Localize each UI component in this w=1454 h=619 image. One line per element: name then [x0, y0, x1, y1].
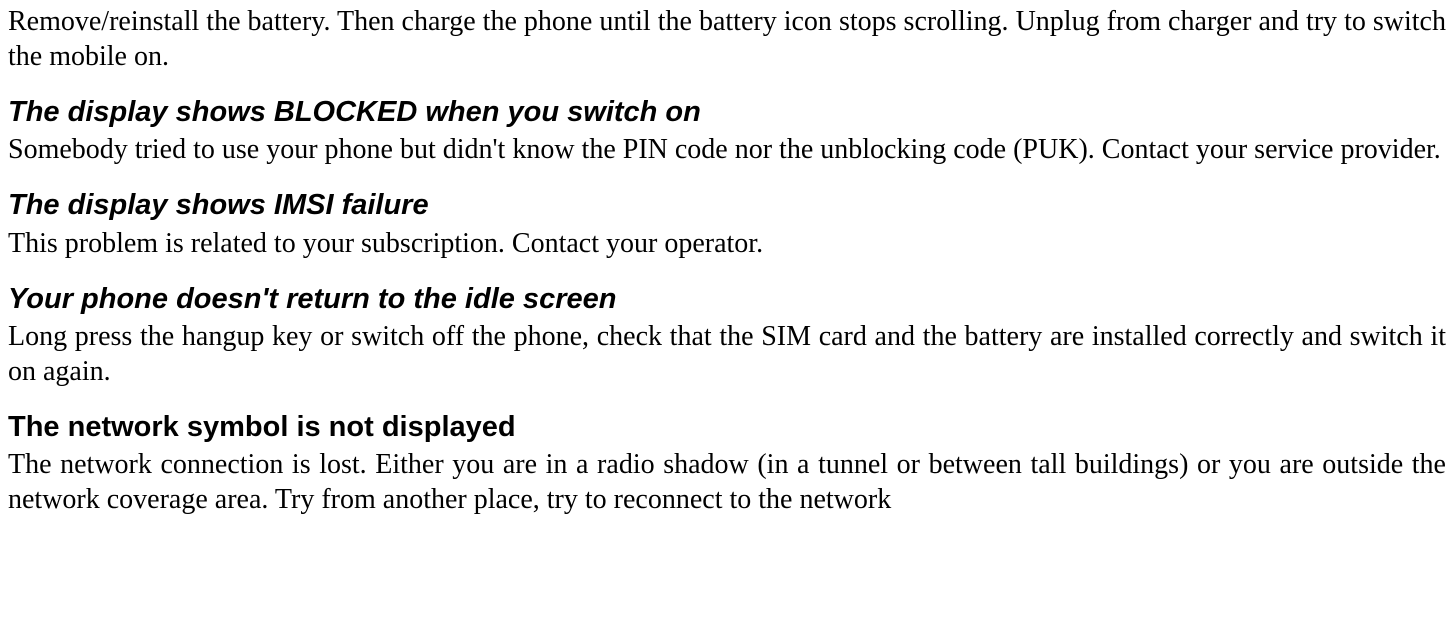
- body-blocked: Somebody tried to use your phone but did…: [8, 132, 1446, 167]
- body-imsi: This problem is related to your subscrip…: [8, 226, 1446, 261]
- heading-blocked: The display shows BLOCKED when you switc…: [8, 94, 1446, 130]
- heading-imsi: The display shows IMSI failure: [8, 187, 1446, 223]
- heading-idle: Your phone doesn't return to the idle sc…: [8, 281, 1446, 317]
- heading-network: The network symbol is not displayed: [8, 409, 1446, 445]
- section-blocked: The display shows BLOCKED when you switc…: [8, 94, 1446, 167]
- section-imsi: The display shows IMSI failure This prob…: [8, 187, 1446, 260]
- section-idle: Your phone doesn't return to the idle sc…: [8, 281, 1446, 389]
- body-network: The network connection is lost. Either y…: [8, 447, 1446, 517]
- section-network: The network symbol is not displayed The …: [8, 409, 1446, 517]
- intro-paragraph: Remove/reinstall the battery. Then charg…: [8, 4, 1446, 74]
- body-idle: Long press the hangup key or switch off …: [8, 319, 1446, 389]
